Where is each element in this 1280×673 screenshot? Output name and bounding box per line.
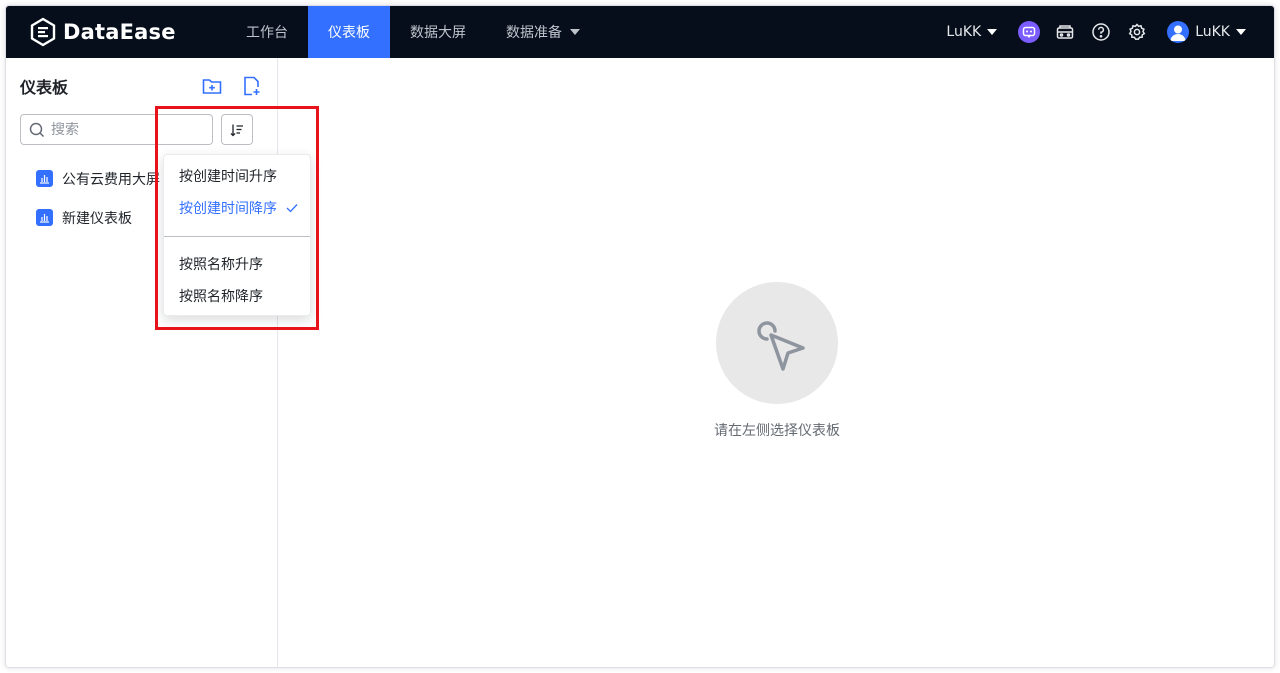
cursor-pointer-icon <box>757 321 805 371</box>
caret-down-icon <box>570 29 580 35</box>
folder-add-icon[interactable] <box>201 75 223 97</box>
avatar <box>1167 21 1190 43</box>
nav-workbench[interactable]: 工作台 <box>226 6 308 58</box>
settings-gear-icon[interactable] <box>1126 21 1148 43</box>
nav-data-screen[interactable]: 数据大屏 <box>390 6 486 58</box>
sidebar-actions <box>183 75 263 97</box>
nav-label: 数据大屏 <box>410 25 466 41</box>
file-add-icon[interactable] <box>241 75 263 97</box>
search-icon <box>29 122 45 137</box>
app-window: DataEase 工作台 仪表板 数据大屏 数据准备 LuKK LuKK 仪表板… <box>5 5 1275 668</box>
dashboard-icon <box>36 170 53 187</box>
nav-label: 仪表板 <box>328 25 370 41</box>
org-name: LuKK <box>946 24 982 40</box>
brand[interactable]: DataEase <box>6 17 226 47</box>
nav-data-prep[interactable]: 数据准备 <box>486 6 600 58</box>
top-right-tools: LuKK LuKK <box>946 21 1274 43</box>
ai-assistant-icon[interactable] <box>1018 21 1041 43</box>
top-navigation-bar: DataEase 工作台 仪表板 数据大屏 数据准备 LuKK LuKK <box>6 6 1274 58</box>
dataease-logo-icon <box>30 17 56 47</box>
main-nav: 工作台 仪表板 数据大屏 数据准备 <box>226 6 600 58</box>
empty-state-text: 请在左侧选择仪表板 <box>714 423 840 439</box>
tree-item-label: 公有云费用大屏 <box>62 171 160 188</box>
template-market-icon[interactable] <box>1054 21 1076 43</box>
nav-label: 数据准备 <box>506 25 562 41</box>
main-content: 请在左侧选择仪表板 <box>279 58 1274 667</box>
nav-dashboard[interactable]: 仪表板 <box>308 6 390 58</box>
empty-state-illustration <box>716 282 838 404</box>
help-icon[interactable] <box>1090 21 1112 43</box>
caret-down-icon <box>1236 29 1246 35</box>
user-name: LuKK <box>1195 24 1230 40</box>
tree-item-label: 新建仪表板 <box>62 210 132 227</box>
caret-down-icon <box>987 29 998 35</box>
user-menu[interactable]: LuKK <box>1167 21 1246 43</box>
dashboard-icon <box>36 209 53 226</box>
highlight-box <box>155 106 319 330</box>
org-switcher[interactable]: LuKK <box>946 24 998 40</box>
sidebar-title: 仪表板 <box>20 78 69 97</box>
nav-label: 工作台 <box>246 25 288 41</box>
brand-name: DataEase <box>63 20 176 44</box>
